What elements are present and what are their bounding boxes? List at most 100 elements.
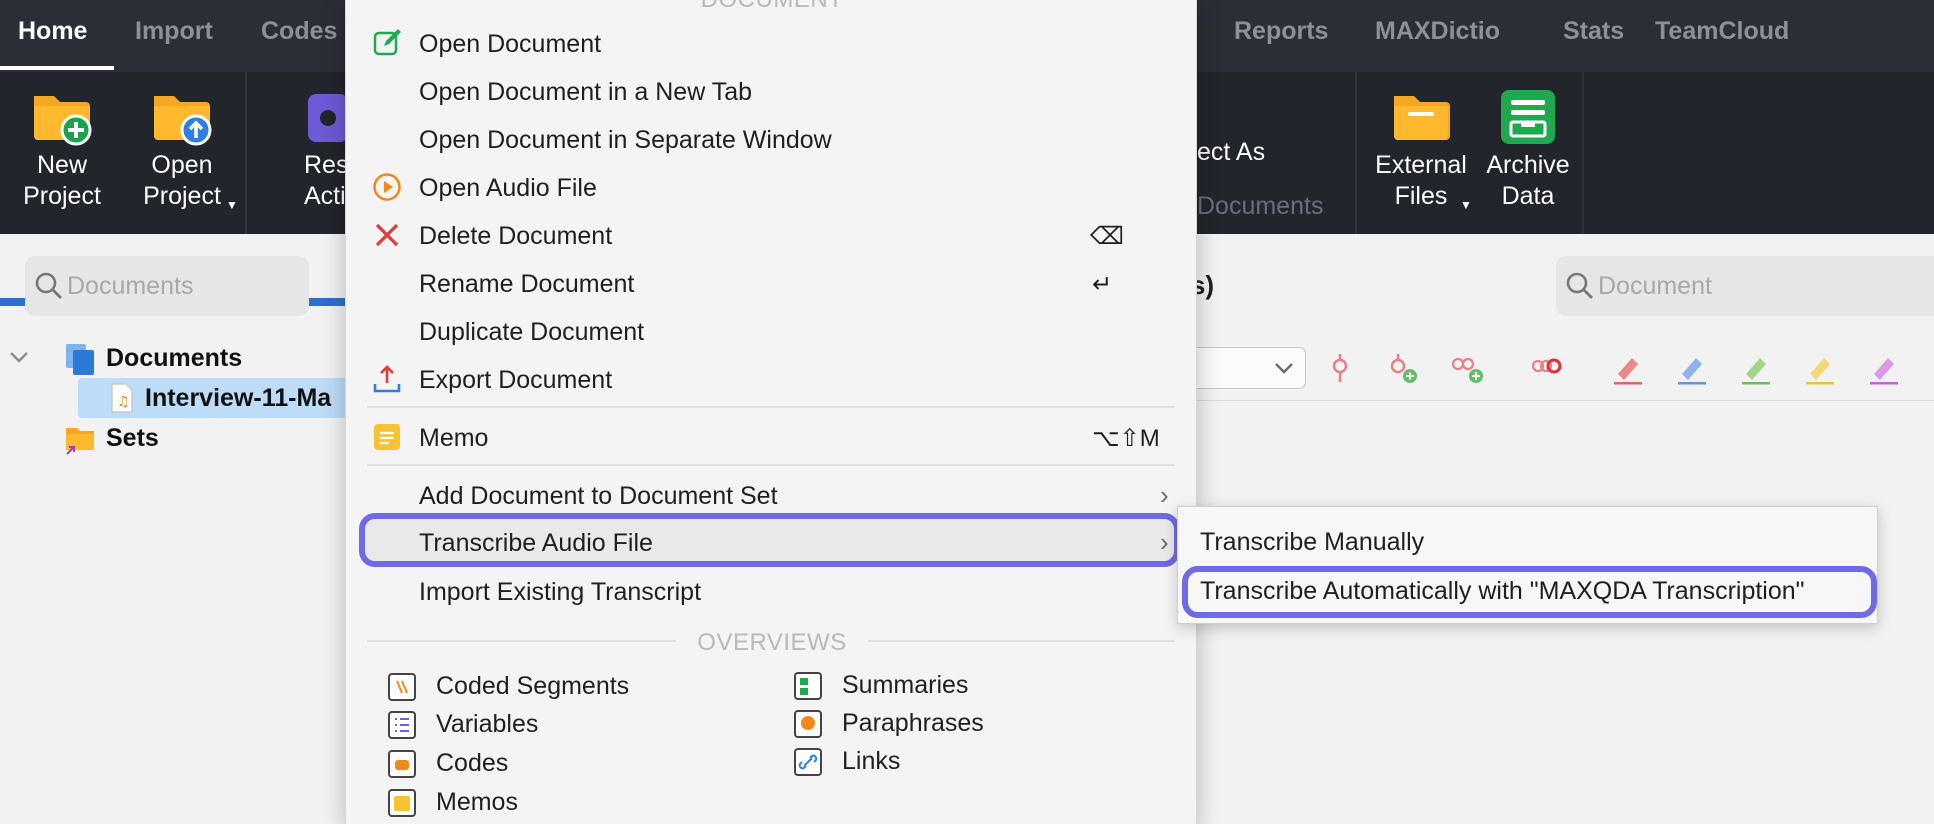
- overview-label: Coded Segments: [436, 672, 630, 700]
- blue-highlighter-icon[interactable]: [1674, 350, 1710, 386]
- tab-codes[interactable]: Codes: [261, 17, 337, 46]
- add-code-icon[interactable]: [1386, 350, 1420, 386]
- delete-shortcut: ⌫: [1090, 223, 1124, 250]
- folder-open-icon: [154, 96, 212, 146]
- overview-label: Summaries: [842, 671, 969, 699]
- new-project-label: New Project: [23, 151, 101, 210]
- document-item-label[interactable]: Interview-11-Ma: [145, 384, 331, 413]
- overview-label: Links: [842, 747, 901, 775]
- tab-teamcloud[interactable]: TeamCloud: [1655, 17, 1789, 46]
- section-document-title: DOCUMENT: [346, 0, 1198, 14]
- remove-codes-icon[interactable]: [1530, 350, 1566, 386]
- menu-rename-document[interactable]: Rename Document ↵: [346, 264, 1198, 304]
- paraphrases-icon: [794, 710, 822, 738]
- memos-overview-icon: [388, 789, 416, 817]
- overview-label: Variables: [436, 710, 539, 738]
- sets-label[interactable]: Sets: [106, 424, 159, 453]
- external-files-dropdown-icon[interactable]: ▼: [1460, 198, 1472, 212]
- ribbon-separator: [245, 72, 247, 234]
- tab-maxdictio[interactable]: MAXDictio: [1375, 17, 1500, 46]
- transcribe-submenu: Transcribe Manually Transcribe Automatic…: [1177, 506, 1878, 624]
- menu-item-label: Add Document to Document Set: [419, 482, 778, 510]
- menu-item-label: Open Document: [419, 30, 602, 58]
- search-placeholder: Document: [1598, 272, 1712, 300]
- variables-icon: [388, 711, 416, 739]
- menu-item-label: Import Existing Transcript: [419, 578, 702, 606]
- new-project-button[interactable]: New Project: [8, 86, 116, 212]
- archive-data-label: Archive Data: [1486, 151, 1570, 210]
- menu-add-document-to-set[interactable]: Add Document to Document Set ›: [346, 476, 1198, 516]
- summaries-icon: [794, 672, 822, 700]
- menu-item-label: Open Document in Separate Window: [419, 126, 832, 154]
- document-search-field[interactable]: Documents: [25, 256, 309, 316]
- menu-item-label: Duplicate Document: [419, 318, 645, 346]
- menu-import-existing-transcript[interactable]: Import Existing Transcript: [346, 572, 1198, 612]
- green-highlighter-icon[interactable]: [1738, 350, 1774, 386]
- menu-export-document[interactable]: Export Document: [346, 360, 1198, 400]
- coded-segments-icon: [388, 673, 416, 701]
- archive-icon: [1501, 90, 1555, 144]
- yellow-highlighter-icon[interactable]: [1802, 350, 1838, 386]
- overview-label: Memos: [436, 788, 518, 816]
- tab-home[interactable]: Home: [18, 17, 87, 46]
- menu-item-label: Memo: [419, 424, 489, 452]
- menu-delete-document[interactable]: Delete Document ⌫: [346, 216, 1198, 256]
- search-icon: [1566, 272, 1593, 299]
- svg-text:♫: ♫: [117, 394, 130, 410]
- edit-icon: [373, 29, 401, 56]
- menu-item-label: Open Document in a New Tab: [419, 78, 753, 106]
- documents-label-disabled: Documents: [1197, 192, 1324, 220]
- transcribe-automatically-item[interactable]: Transcribe Automatically with "MAXQDA Tr…: [1200, 577, 1805, 606]
- menu-open-document-separate-window[interactable]: Open Document in Separate Window: [346, 120, 1198, 160]
- chevron-down-icon: [1275, 363, 1293, 374]
- menu-item-label: Export Document: [419, 366, 613, 394]
- tab-import[interactable]: Import: [135, 17, 213, 46]
- search-placeholder: Documents: [67, 272, 194, 300]
- reset-icon: [308, 94, 348, 142]
- menu-open-document-new-tab[interactable]: Open Document in a New Tab: [346, 72, 1198, 112]
- reset-activation-label: Res Activa: [304, 151, 373, 210]
- active-tab-indicator: [0, 66, 114, 70]
- code-pin-icon[interactable]: [1328, 350, 1352, 386]
- overview-label: Codes: [436, 749, 509, 777]
- audio-document-icon: ♫: [111, 383, 133, 413]
- memo-icon: [374, 424, 400, 450]
- memo-shortcut: ⌥⇧M: [1092, 425, 1160, 452]
- tab-reports[interactable]: Reports: [1234, 17, 1328, 46]
- open-project-dropdown-icon[interactable]: ▼: [226, 198, 238, 212]
- reset-activation-button[interactable]: Res Activa: [268, 86, 373, 212]
- menu-item-label: Delete Document: [419, 222, 613, 250]
- tab-stats[interactable]: Stats: [1563, 17, 1624, 46]
- transcribe-manually-item[interactable]: Transcribe Manually: [1200, 528, 1424, 557]
- menu-item-label: Open Audio File: [419, 174, 597, 202]
- link-icon: [794, 748, 822, 776]
- menu-open-document[interactable]: Open Document: [346, 24, 1198, 64]
- codes-overview-icon: [388, 750, 416, 778]
- document-browser-search[interactable]: Document: [1556, 256, 1934, 316]
- project-as-label[interactable]: ect As: [1197, 138, 1265, 167]
- add-codes-icon[interactable]: [1450, 350, 1486, 386]
- menu-separator: [367, 464, 1175, 466]
- search-icon: [35, 272, 62, 299]
- export-icon: [373, 365, 401, 393]
- menu-memo[interactable]: Memo ⌥⇧M: [346, 418, 1198, 458]
- section-overviews-title: OVERVIEWS: [697, 629, 847, 656]
- collapse-chevron-icon[interactable]: [8, 349, 30, 365]
- menu-separator: [367, 406, 1175, 408]
- magenta-highlighter-icon[interactable]: [1866, 350, 1902, 386]
- red-highlighter-icon[interactable]: [1610, 350, 1646, 386]
- documents-root-label[interactable]: Documents: [106, 344, 242, 373]
- documents-stack-icon: [66, 344, 94, 375]
- menu-transcribe-audio-file[interactable]: Transcribe Audio File ›: [346, 523, 1198, 563]
- external-files-label: External Files: [1375, 151, 1467, 210]
- menu-item-label: Rename Document: [419, 270, 635, 298]
- archive-data-button[interactable]: Archive Data: [1480, 86, 1576, 212]
- play-circle-icon: [373, 173, 401, 201]
- delete-x-icon: [375, 223, 399, 247]
- external-files-button[interactable]: External Files: [1368, 86, 1474, 212]
- menu-duplicate-document[interactable]: Duplicate Document: [346, 312, 1198, 352]
- open-project-button[interactable]: Open Project: [128, 86, 236, 212]
- menu-open-audio-file[interactable]: Open Audio File: [346, 168, 1198, 208]
- rename-shortcut: ↵: [1092, 271, 1113, 298]
- folder-add-icon: [34, 96, 92, 146]
